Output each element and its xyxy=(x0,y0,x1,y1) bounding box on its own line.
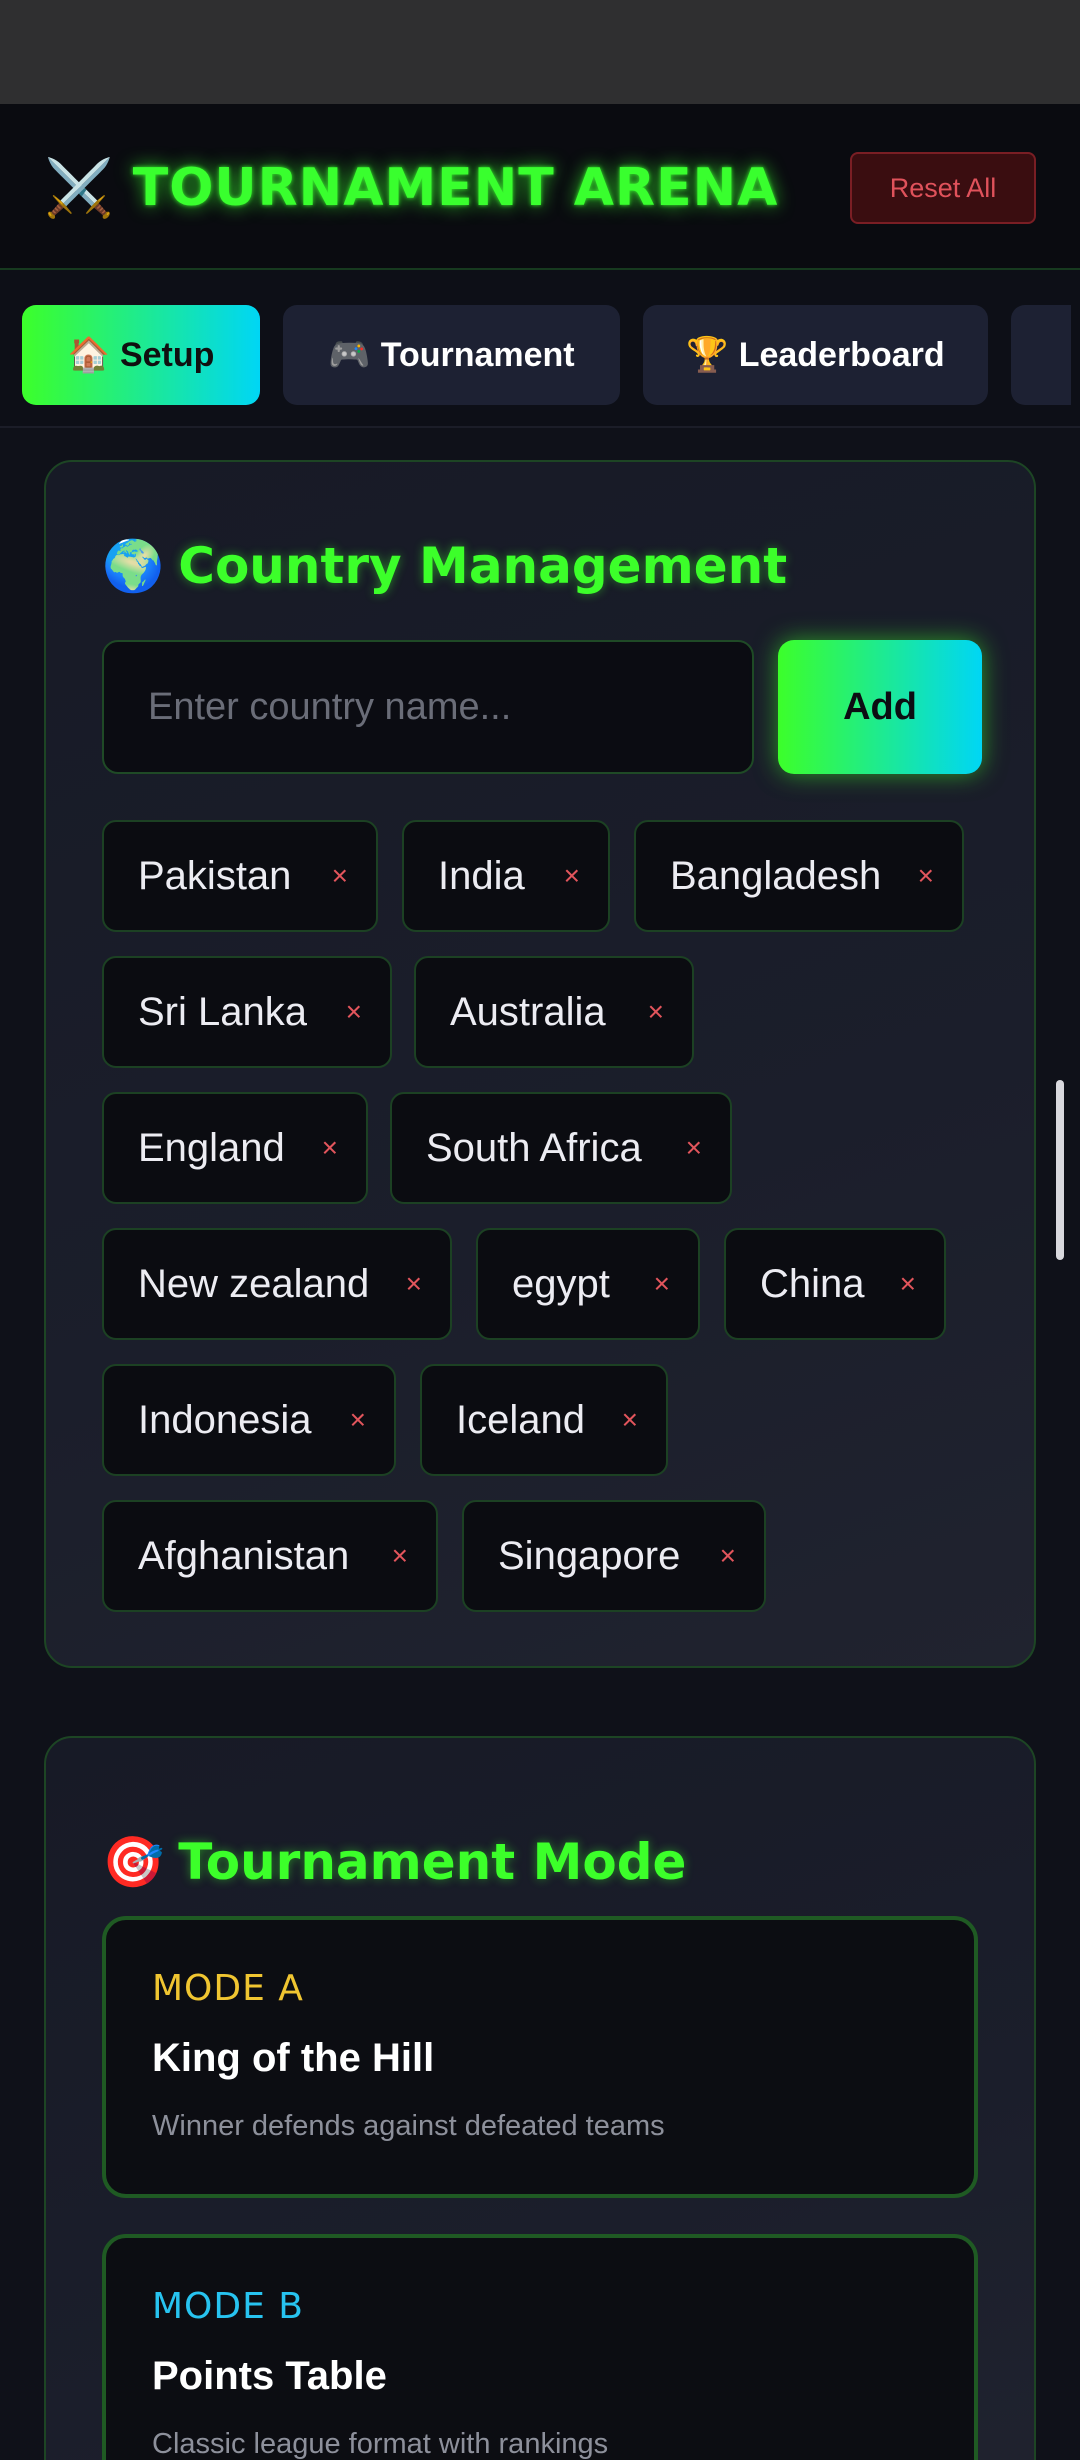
country-name: Sri Lanka xyxy=(138,989,307,1034)
country-name: Singapore xyxy=(498,1533,681,1578)
add-country-button[interactable]: Add xyxy=(778,640,982,774)
scrollbar-thumb[interactable] xyxy=(1056,1080,1064,1260)
section-title-text: Country Management xyxy=(178,537,788,595)
remove-country-icon[interactable]: × xyxy=(332,860,348,892)
target-icon: 🎯 xyxy=(102,1832,165,1891)
mode-name: Points Table xyxy=(152,2354,387,2398)
mode-description: Winner defends against defeated teams xyxy=(152,2110,665,2142)
remove-country-icon[interactable]: × xyxy=(406,1268,422,1300)
country-chip: South Africa × xyxy=(390,1092,732,1204)
tab-tournament[interactable]: 🎮 Tournament xyxy=(283,305,620,405)
country-name: South Africa xyxy=(426,1125,642,1170)
country-name: Pakistan xyxy=(138,853,292,898)
globe-icon: 🌍 xyxy=(102,536,165,595)
country-name-input[interactable] xyxy=(102,640,754,774)
country-chip: Indonesia × xyxy=(102,1364,396,1476)
country-chip: Sri Lanka × xyxy=(102,956,392,1068)
reset-all-button[interactable]: Reset All xyxy=(850,152,1036,224)
country-name: China xyxy=(760,1261,865,1306)
tab-label: Tournament xyxy=(380,335,575,374)
tab-leaderboard[interactable]: 🏆 Leaderboard xyxy=(643,305,988,405)
status-bar xyxy=(0,0,1080,104)
remove-country-icon[interactable]: × xyxy=(392,1540,408,1572)
app-header: ⚔️ TOURNAMENT ARENA Reset All xyxy=(0,104,1080,270)
mode-description: Classic league format with rankings xyxy=(152,2428,609,2460)
gamepad-icon: 🎮 xyxy=(328,336,371,374)
remove-country-icon[interactable]: × xyxy=(350,1404,366,1436)
country-management-card: 🌍 Country Management Add Pakistan × Indi… xyxy=(44,460,1036,1668)
country-chip: England × xyxy=(102,1092,368,1204)
country-chip: New zealand × xyxy=(102,1228,452,1340)
tournament-mode-card: 🎯 Tournament Mode MODE A King of the Hil… xyxy=(44,1736,1036,2460)
tab-setup[interactable]: 🏠 Setup xyxy=(22,305,260,405)
country-chip: Australia × xyxy=(414,956,694,1068)
country-name: England xyxy=(138,1125,285,1170)
country-chip: Singapore × xyxy=(462,1500,766,1612)
house-icon: 🏠 xyxy=(67,336,110,374)
mode-option-king-of-the-hill[interactable]: MODE A King of the Hill Winner defends a… xyxy=(102,1916,978,2198)
country-name: Iceland xyxy=(456,1397,585,1442)
mode-tag: MODE A xyxy=(152,1968,304,2009)
remove-country-icon[interactable]: × xyxy=(622,1404,638,1436)
app-title: ⚔️ TOURNAMENT ARENA xyxy=(44,148,778,228)
app-title-text: TOURNAMENT ARENA xyxy=(132,158,779,218)
country-name: Afghanistan xyxy=(138,1533,350,1578)
tab-label: Setup xyxy=(119,335,215,374)
country-name: Bangladesh xyxy=(670,853,882,898)
section-title-text: Tournament Mode xyxy=(178,1833,687,1891)
country-name: New zealand xyxy=(138,1261,370,1306)
country-management-title: 🌍 Country Management xyxy=(102,528,787,604)
remove-country-icon[interactable]: × xyxy=(654,1268,670,1300)
remove-country-icon[interactable]: × xyxy=(648,996,664,1028)
country-chip: Pakistan × xyxy=(102,820,378,932)
tab-overflow[interactable] xyxy=(1011,305,1071,405)
country-name: Indonesia xyxy=(138,1397,312,1442)
tournament-mode-title: 🎯 Tournament Mode xyxy=(102,1824,686,1900)
mode-name: King of the Hill xyxy=(152,2036,435,2080)
tab-label: Leaderboard xyxy=(738,335,945,374)
mode-tag: MODE B xyxy=(152,2286,305,2327)
remove-country-icon[interactable]: × xyxy=(322,1132,338,1164)
country-name: egypt xyxy=(512,1261,610,1306)
country-chip: egypt × xyxy=(476,1228,700,1340)
country-chip: India × xyxy=(402,820,610,932)
remove-country-icon[interactable]: × xyxy=(720,1540,736,1572)
tab-bar: 🏠 Setup 🎮 Tournament 🏆 Leaderboard xyxy=(0,270,1080,428)
country-name: India xyxy=(438,853,525,898)
remove-country-icon[interactable]: × xyxy=(900,1268,916,1300)
country-chip: Afghanistan × xyxy=(102,1500,438,1612)
country-chip: China × xyxy=(724,1228,946,1340)
trophy-icon: 🏆 xyxy=(686,336,729,374)
remove-country-icon[interactable]: × xyxy=(918,860,934,892)
country-name: Australia xyxy=(450,989,606,1034)
country-chip: Bangladesh × xyxy=(634,820,964,932)
crossed-swords-icon: ⚔️ xyxy=(44,156,115,221)
remove-country-icon[interactable]: × xyxy=(686,1132,702,1164)
remove-country-icon[interactable]: × xyxy=(564,860,580,892)
country-chip: Iceland × xyxy=(420,1364,668,1476)
remove-country-icon[interactable]: × xyxy=(346,996,362,1028)
mode-option-points-table[interactable]: MODE B Points Table Classic league forma… xyxy=(102,2234,978,2460)
